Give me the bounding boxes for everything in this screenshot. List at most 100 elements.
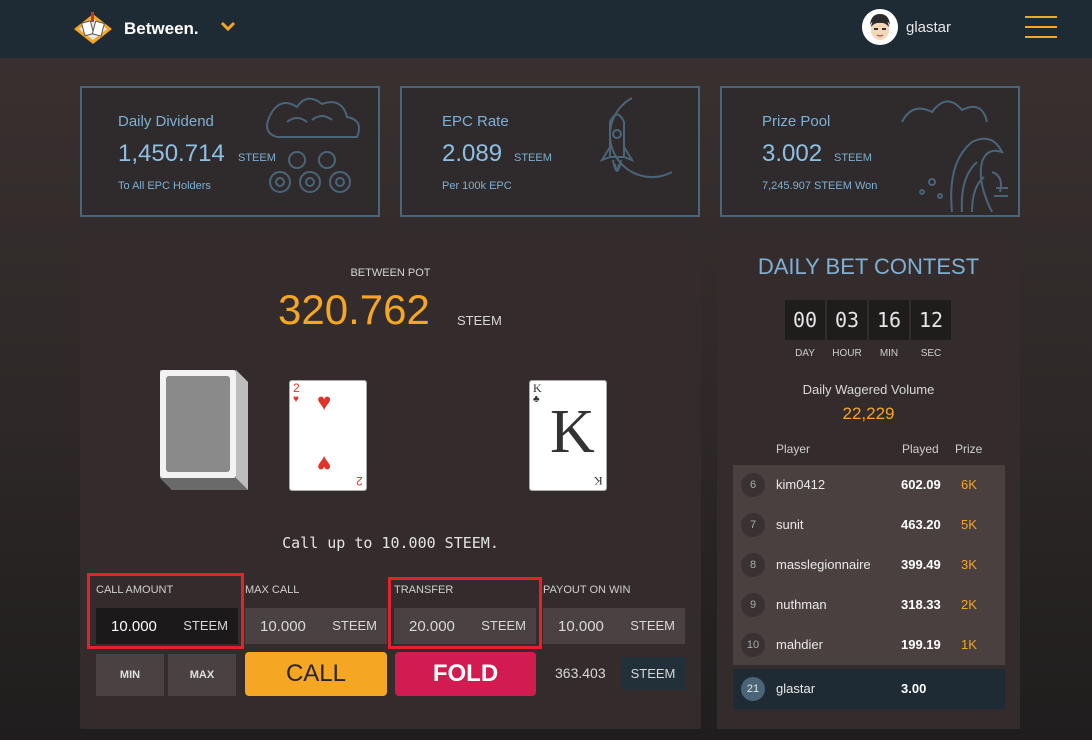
transfer-highlight xyxy=(388,577,542,649)
user-face-icon xyxy=(862,9,898,45)
stat-unit: STEEM xyxy=(514,152,552,164)
leaderboard: 6 kim0412 602.09 6K 7 sunit 463.20 5K 8 … xyxy=(733,465,1005,665)
player-name: glastar xyxy=(776,681,816,696)
pot-unit: STEEM xyxy=(457,313,502,328)
rank-badge: 21 xyxy=(741,677,765,701)
timer-minutes: 16 xyxy=(869,300,909,340)
rank-badge: 6 xyxy=(741,473,765,497)
leaderboard-row[interactable]: 7 sunit 463.20 5K xyxy=(733,505,1005,545)
prize-value: 5K xyxy=(961,517,977,532)
stat-subtext: Per 100k EPC xyxy=(442,180,512,192)
player-name: masslegionnaire xyxy=(776,557,871,572)
timer-caption: DAY xyxy=(795,348,815,359)
heart-suit-icon: ♥ xyxy=(317,450,332,477)
stat-unit: STEEM xyxy=(834,152,872,164)
played-value: 199.19 xyxy=(901,637,941,652)
balance-value: 363.403 xyxy=(555,665,606,681)
card-rank-large: K xyxy=(550,398,595,466)
card-rank: 2 xyxy=(293,381,300,395)
pot-label: BETWEEN POT xyxy=(350,267,431,279)
field-unit: STEEM xyxy=(630,618,675,633)
player-name: sunit xyxy=(776,517,804,532)
player-name: kim0412 xyxy=(776,477,826,492)
rank-badge: 9 xyxy=(741,593,765,617)
daily-dividend-card: Daily Dividend 1,450.714 STEEM To All EP… xyxy=(80,86,380,217)
contest-title: DAILY BET CONTEST xyxy=(757,254,980,279)
min-button[interactable]: MIN xyxy=(96,654,164,696)
game-panel: BETWEEN POT 320.762 STEEM 2 ♥ ♥ ♥ 2 K ♣ … xyxy=(80,238,701,729)
stat-subtext: 7,245.907 STEEM Won xyxy=(762,180,878,192)
wager-label: Daily Wagered Volume xyxy=(802,382,935,397)
pot-value: 320.762 xyxy=(278,286,430,333)
player-name: mahdier xyxy=(776,637,823,652)
balance-unit: STEEM xyxy=(621,657,685,690)
timer-seconds: 12 xyxy=(911,300,951,340)
stat-subtext: To All EPC Holders xyxy=(118,180,211,192)
club-suit-icon: ♣ xyxy=(533,394,540,405)
rank-badge: 8 xyxy=(741,553,765,577)
epc-rate-card: EPC Rate 2.089 STEEM Per 100k EPC xyxy=(400,86,700,217)
leaderboard-row[interactable]: 9 nuthman 318.33 2K xyxy=(733,585,1005,625)
brand-name[interactable]: Between. xyxy=(124,19,199,39)
column-header-prize: Prize xyxy=(955,442,983,456)
heart-suit-icon: ♥ xyxy=(293,394,299,405)
wager-value: 22,229 xyxy=(842,404,895,423)
timer-hours: 03 xyxy=(827,300,867,340)
payout-label: PAYOUT ON WIN xyxy=(543,584,631,596)
player-name: nuthman xyxy=(776,597,827,612)
chevron-down-icon[interactable] xyxy=(219,17,237,35)
current-user-row[interactable]: 21 glastar 3.00 xyxy=(733,669,1005,709)
call-amount-highlight xyxy=(87,573,244,649)
prize-value: 1K xyxy=(961,637,977,652)
playing-card-right: K ♣ K K xyxy=(529,380,607,491)
field-value: 10.000 xyxy=(558,618,604,635)
username[interactable]: glastar xyxy=(906,19,951,36)
played-value: 3.00 xyxy=(901,681,927,696)
stat-label: Prize Pool xyxy=(762,113,831,130)
menu-icon[interactable] xyxy=(1025,16,1057,38)
timer-caption: MIN xyxy=(879,348,899,359)
timer-caption: HOUR xyxy=(832,348,862,359)
prize-pool-card: Prize Pool 3.002 STEEM 7,245.907 STEEM W… xyxy=(720,86,1020,217)
column-header-played: Played xyxy=(902,442,939,456)
rocket-moon-icon xyxy=(599,97,673,179)
wave-pattern-icon xyxy=(901,100,1008,212)
card-rank: K xyxy=(594,474,603,488)
rank-badge: 7 xyxy=(741,513,765,537)
max-call-label: MAX CALL xyxy=(245,584,300,596)
stat-unit: STEEM xyxy=(238,152,276,164)
prize-value: 6K xyxy=(961,477,977,492)
played-value: 318.33 xyxy=(901,597,941,612)
field-unit: STEEM xyxy=(332,618,377,633)
card-rank: K xyxy=(533,381,542,395)
rank-badge: 10 xyxy=(741,633,765,657)
timer-days: 00 xyxy=(785,300,825,340)
column-header-player: Player xyxy=(776,442,811,456)
stat-label: Daily Dividend xyxy=(118,113,214,130)
played-value: 399.49 xyxy=(901,557,941,572)
payout-field: 10.000 STEEM xyxy=(543,608,685,644)
stat-value: 1,450.714 xyxy=(118,140,225,167)
stat-value: 3.002 xyxy=(762,140,823,167)
fold-button[interactable]: FOLD xyxy=(395,652,536,696)
leaderboard-row[interactable]: 8 masslegionnaire 399.49 3K xyxy=(733,545,1005,585)
playing-card-left: 2 ♥ ♥ ♥ 2 xyxy=(289,380,367,491)
max-button[interactable]: MAX xyxy=(168,654,236,696)
max-call-field: 10.000 STEEM xyxy=(245,608,387,644)
top-bar: Between. glastar xyxy=(0,0,1092,58)
avatar[interactable] xyxy=(862,9,898,45)
timer-caption: SEC xyxy=(920,348,942,359)
leaderboard-row[interactable]: 6 kim0412 602.09 6K xyxy=(733,465,1005,505)
call-button[interactable]: CALL xyxy=(245,652,387,696)
between-logo-icon[interactable] xyxy=(70,12,116,46)
prize-value: 2K xyxy=(961,597,977,612)
daily-bet-contest-panel: DAILY BET CONTEST 00 03 16 12 DAY HOUR M… xyxy=(717,238,1020,729)
stat-label: EPC Rate xyxy=(442,113,509,130)
stat-value: 2.089 xyxy=(442,140,503,167)
card-deck-icon xyxy=(160,370,248,490)
call-instruction: Call up to 10.000 STEEM. xyxy=(282,534,499,552)
card-rank: 2 xyxy=(356,474,363,488)
leaderboard-row[interactable]: 10 mahdier 199.19 1K xyxy=(733,625,1005,665)
field-value: 10.000 xyxy=(260,618,306,635)
heart-suit-icon: ♥ xyxy=(317,389,332,416)
